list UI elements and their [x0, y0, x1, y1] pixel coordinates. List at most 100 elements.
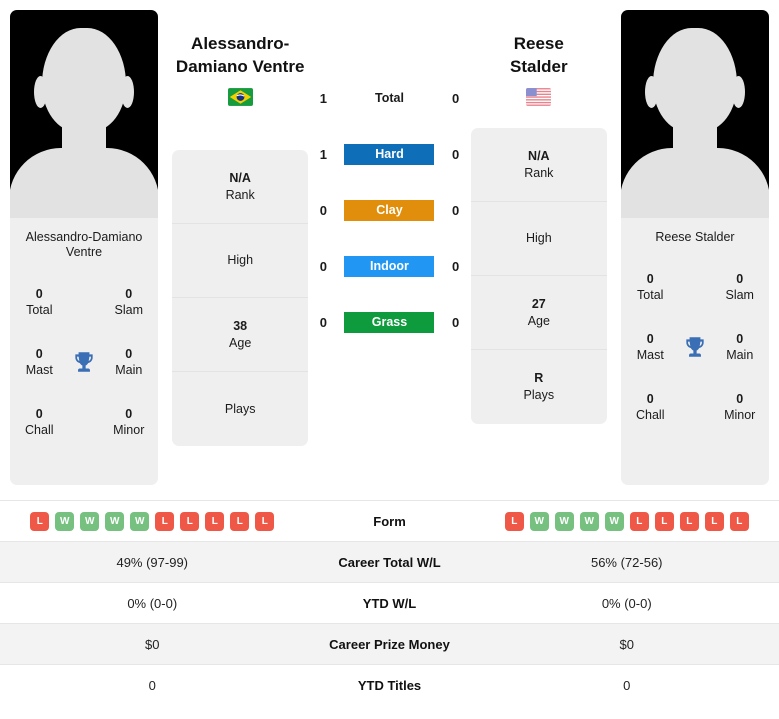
left-info-high: High: [172, 224, 309, 298]
left-form-badges: LWWWWLLLLL: [0, 511, 305, 531]
surface-clay-left-count: 0: [319, 202, 327, 218]
avatar-body-icon: [620, 148, 769, 218]
form-badge-win[interactable]: W: [80, 511, 100, 531]
left-card-name-line2: Ventre: [65, 245, 103, 259]
form-badge-loss[interactable]: L: [155, 511, 175, 531]
table-row-ytd-titles: 0 YTD Titles 0: [0, 664, 779, 705]
surface-total-label: Total: [375, 91, 404, 105]
right-name-line1: Reese: [513, 34, 564, 53]
surface-clay-badge[interactable]: Clay: [344, 199, 435, 221]
form-badge-loss[interactable]: L: [255, 511, 275, 531]
surface-total-left-count: 1: [319, 90, 327, 106]
left-info-card: N/A Rank High 38 Age Plays: [172, 150, 309, 446]
right-ytd-titles: 0: [623, 677, 631, 693]
form-row-label: Form: [373, 513, 406, 529]
form-badge-win[interactable]: W: [604, 511, 624, 531]
right-form-badges: LWWWWLLLLL: [475, 511, 779, 531]
left-player-card[interactable]: Alessandro-Damiano Ventre 0 Total 0 Slam: [10, 10, 158, 485]
right-info-high: High: [470, 202, 607, 276]
ytd-wl-label: YTD W/L: [362, 595, 417, 611]
left-career-total-wl: 49% (97-99): [116, 554, 189, 570]
form-badge-loss[interactable]: L: [230, 511, 250, 531]
right-player-card[interactable]: Reese Stalder 0 Total 0 Slam 0 Mast 0 Ma…: [620, 10, 769, 485]
right-titles-row-2: 0 Mast 0 Main: [627, 317, 763, 377]
left-stat-chall: 0 Chall: [25, 407, 54, 437]
surface-clay-right-count: 0: [452, 202, 460, 218]
right-stat-mast: 0 Mast: [636, 332, 664, 362]
left-info-age: 38 Age: [172, 298, 309, 372]
left-stat-main: 0 Main: [115, 347, 143, 377]
form-badge-loss[interactable]: L: [504, 511, 524, 531]
table-row-form: LWWWWLLLLL Form LWWWWLLLLL: [0, 500, 779, 541]
right-stat-minor: 0 Minor: [724, 392, 756, 422]
right-info-column: N/A Rank High 27 Age R Plays: [467, 106, 611, 424]
surface-indoor-badge[interactable]: Indoor: [344, 255, 435, 277]
form-badge-win[interactable]: W: [130, 511, 150, 531]
left-titles-row-2: 0 Mast 0 Main: [16, 332, 152, 392]
surface-row-total: 1 Total 0: [312, 70, 466, 126]
table-row-career-total-wl: 49% (97-99) Career Total W/L 56% (72-56): [0, 541, 779, 582]
avatar-ear-left-icon: [34, 76, 47, 108]
avatar-body-icon: [10, 148, 158, 218]
left-card-name-line1: Alessandro-Damiano: [25, 230, 143, 244]
avatar-ear-right-icon: [121, 76, 134, 108]
right-player-name-block: Reese Stalder N/A Rank High 27 Age R Pla…: [467, 10, 611, 492]
brazil-flag-icon: [227, 88, 253, 106]
right-stat-chall: 0 Chall: [636, 392, 665, 422]
left-name-line1: Alessandro-: [191, 34, 290, 53]
right-name-line2: Stalder: [509, 57, 568, 76]
left-card-player-name: Alessandro-Damiano Ventre: [10, 218, 158, 270]
right-card-name-line1: Reese Stalder: [655, 230, 735, 244]
left-form-cell: LWWWWLLLLL: [0, 511, 305, 531]
form-badge-loss[interactable]: L: [30, 511, 50, 531]
surface-row-hard: 1 Hard 0: [312, 126, 466, 182]
form-badge-loss[interactable]: L: [679, 511, 699, 531]
left-ytd-titles: 0: [148, 677, 156, 693]
right-stat-main: 0 Main: [726, 332, 754, 362]
trophy-icon: [674, 334, 717, 360]
avatar-ear-right-icon: [731, 76, 745, 108]
career-prize-money-label: Career Prize Money: [329, 636, 450, 652]
form-badge-loss[interactable]: L: [205, 511, 225, 531]
right-card-player-name: Reese Stalder: [621, 218, 769, 255]
right-player-column: Reese Stalder 0 Total 0 Slam 0 Mast 0 Ma…: [611, 10, 779, 492]
form-badge-win[interactable]: W: [579, 511, 599, 531]
left-player-column: Alessandro-Damiano Ventre 0 Total 0 Slam: [0, 10, 168, 492]
left-info-column: N/A Rank High 38 Age Plays: [168, 106, 312, 446]
surface-grass-right-count: 0: [452, 314, 460, 330]
avatar-ear-left-icon: [644, 76, 658, 108]
ytd-titles-label: YTD Titles: [357, 677, 422, 693]
right-ytd-wl: 0% (0-0): [601, 595, 652, 611]
surface-grass-badge[interactable]: Grass: [344, 311, 435, 333]
right-career-prize-money: $0: [619, 636, 634, 652]
left-stat-total: 0 Total: [26, 287, 53, 317]
right-info-age: 27 Age: [470, 276, 607, 350]
left-player-name: Alessandro- Damiano Ventre: [168, 32, 312, 78]
form-badge-loss[interactable]: L: [629, 511, 649, 531]
surface-hard-left-count: 1: [319, 146, 327, 162]
form-badge-win[interactable]: W: [529, 511, 549, 531]
form-badge-loss[interactable]: L: [729, 511, 749, 531]
surface-indoor-right-count: 0: [452, 258, 460, 274]
form-badge-loss[interactable]: L: [180, 511, 200, 531]
left-stat-mast: 0 Mast: [25, 347, 53, 377]
form-badge-loss[interactable]: L: [704, 511, 724, 531]
left-career-prize-money: $0: [145, 636, 160, 652]
right-stat-slam: 0 Slam: [725, 272, 754, 302]
usa-flag-icon: [526, 88, 552, 106]
right-info-rank: N/A Rank: [470, 128, 607, 202]
form-badge-win[interactable]: W: [554, 511, 574, 531]
surface-total-right-count: 0: [452, 90, 460, 106]
form-badge-win[interactable]: W: [55, 511, 75, 531]
career-total-wl-label: Career Total W/L: [338, 554, 441, 570]
form-badge-loss[interactable]: L: [654, 511, 674, 531]
left-ytd-wl: 0% (0-0): [127, 595, 178, 611]
surface-hard-right-count: 0: [452, 146, 460, 162]
table-row-ytd-wl: 0% (0-0) YTD W/L 0% (0-0): [0, 582, 779, 623]
form-badge-win[interactable]: W: [105, 511, 125, 531]
surface-indoor-left-count: 0: [319, 258, 327, 274]
surface-hard-badge[interactable]: Hard: [344, 143, 435, 165]
surface-row-clay: 0 Clay 0: [312, 182, 466, 238]
right-titles-stats: 0 Total 0 Slam 0 Mast 0 Main 0 Chall 0 M…: [621, 255, 769, 437]
left-info-rank: N/A Rank: [172, 150, 309, 224]
